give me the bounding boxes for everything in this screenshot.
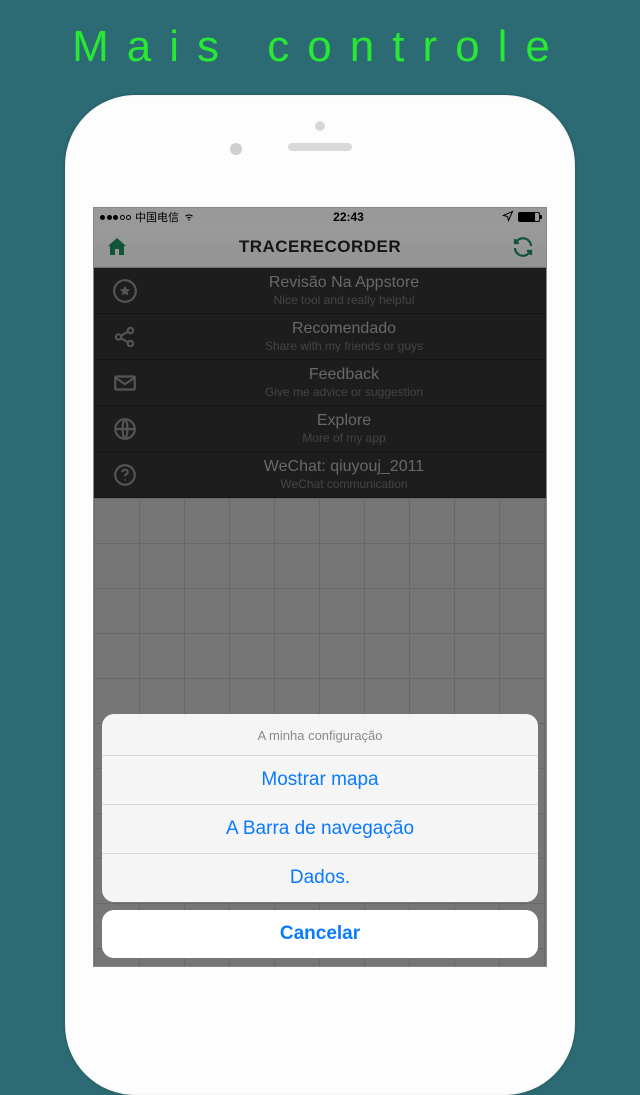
- refresh-button[interactable]: [510, 234, 536, 260]
- page-title: TRACERECORDER: [239, 237, 401, 257]
- list-item-title: Explore: [154, 412, 534, 430]
- action-sheet-group: A minha configuração Mostrar mapa A Barr…: [102, 714, 538, 902]
- action-option-map[interactable]: Mostrar mapa: [102, 756, 538, 805]
- carrier-label: 中国电信: [135, 209, 179, 225]
- list-item-subtitle: More of my app: [154, 431, 534, 445]
- list-item-title: Feedback: [154, 366, 534, 384]
- location-icon: [502, 210, 514, 225]
- phone-speaker: [288, 143, 352, 151]
- list-item-title: Recomendado: [154, 320, 534, 338]
- home-button[interactable]: [104, 234, 130, 260]
- list-item-recommend[interactable]: Recomendado Share with my friends or guy…: [94, 314, 546, 360]
- phone-camera: [230, 143, 242, 155]
- menu-list: Revisão Na Appstore Nice tool and really…: [94, 268, 546, 498]
- status-right: [502, 210, 540, 225]
- action-sheet-title: A minha configuração: [102, 714, 538, 756]
- action-option-navbar[interactable]: A Barra de navegação: [102, 805, 538, 854]
- list-item-explore[interactable]: Explore More of my app: [94, 406, 546, 452]
- list-item-subtitle: Give me advice or suggestion: [154, 385, 534, 399]
- status-left: 中国电信: [100, 209, 195, 225]
- signal-dots: [100, 215, 131, 220]
- list-item-appstore[interactable]: Revisão Na Appstore Nice tool and really…: [94, 268, 546, 314]
- battery-icon: [518, 212, 540, 222]
- mail-icon: [110, 368, 140, 398]
- list-item-title: Revisão Na Appstore: [154, 274, 534, 292]
- list-item-subtitle: Nice tool and really helpful: [154, 293, 534, 307]
- share-icon: [110, 322, 140, 352]
- nav-bar: TRACERECORDER: [94, 226, 546, 268]
- action-sheet: A minha configuração Mostrar mapa A Barr…: [102, 714, 538, 958]
- action-cancel-button[interactable]: Cancelar: [102, 910, 538, 958]
- promo-title: Mais controle: [0, 0, 640, 72]
- status-bar: 中国电信 22:43: [94, 208, 546, 226]
- list-item-title: WeChat: qiuyouj_2011: [154, 458, 534, 476]
- wifi-icon: [183, 210, 195, 225]
- list-item-subtitle: Share with my friends or guys: [154, 339, 534, 353]
- status-time: 22:43: [333, 210, 364, 224]
- list-item-wechat[interactable]: WeChat: qiuyouj_2011 WeChat communicatio…: [94, 452, 546, 498]
- help-icon: [110, 460, 140, 490]
- globe-icon: [110, 414, 140, 444]
- list-item-subtitle: WeChat communication: [154, 477, 534, 491]
- screen: 中国电信 22:43 TRACERECORDER: [93, 207, 547, 967]
- phone-frame: 中国电信 22:43 TRACERECORDER: [65, 95, 575, 1095]
- phone-sensor: [315, 121, 325, 131]
- star-icon: [110, 276, 140, 306]
- action-option-data[interactable]: Dados.: [102, 854, 538, 902]
- list-item-feedback[interactable]: Feedback Give me advice or suggestion: [94, 360, 546, 406]
